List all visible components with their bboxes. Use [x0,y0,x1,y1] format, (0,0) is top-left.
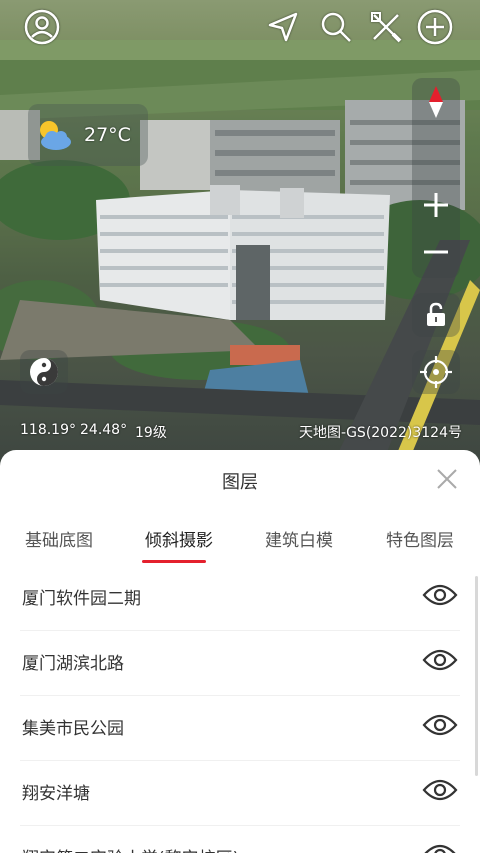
list-scrollbar[interactable] [475,576,478,776]
user-icon [24,9,60,45]
user-button[interactable] [23,8,61,46]
latitude-label: 24.48° [80,422,128,438]
layer-name: 翔安洋塘 [22,784,90,804]
list-item[interactable]: 厦门湖滨北路 [20,631,460,696]
layer-name: 厦门湖滨北路 [22,654,124,674]
oblique-photo-scene [0,40,480,470]
layer-tabs: 基础底图 倾斜摄影 建筑白模 特色图层 [0,526,480,566]
visibility-toggle[interactable] [420,710,460,740]
locate-button[interactable] [412,350,460,394]
theme-toggle-button[interactable] [20,350,68,394]
list-item[interactable]: 翔安第二实验小学(黎安校区) [20,826,460,853]
add-button[interactable] [416,8,454,46]
tab-base-map[interactable]: 基础底图 [25,526,93,556]
add-icon [417,9,453,45]
measure-icon [371,12,402,43]
locate-icon [420,356,452,388]
map-status-bar: 118.19° 24.48° 19级 天地图-GS(2022)3124号 [0,422,480,446]
tab-building-model[interactable]: 建筑白模 [265,526,333,556]
search-icon [321,12,351,42]
lock-button[interactable] [412,293,460,337]
compass-button[interactable] [412,80,460,124]
list-item[interactable]: 翔安洋塘 [20,761,460,826]
sheet-title: 图层 [222,472,258,493]
tab-feature-layers[interactable]: 特色图层 [386,526,454,556]
layer-name: 厦门软件园二期 [22,589,141,609]
zoom-in-button[interactable] [412,183,460,227]
close-icon [437,469,457,489]
navigate-button[interactable] [264,8,302,46]
lock-icon [427,302,445,326]
map-view[interactable]: 27°C 118.19° 24.48° 19级 天地图-GS(2022)3124… [0,0,480,470]
temperature-label: 27°C [84,124,131,146]
partly-cloudy-icon [40,121,71,150]
visibility-toggle[interactable] [420,775,460,805]
visibility-toggle[interactable] [420,580,460,610]
active-tab-indicator [142,560,206,563]
search-button[interactable] [317,8,355,46]
list-item[interactable]: 集美市民公园 [20,696,460,761]
visibility-toggle[interactable] [420,840,460,853]
layer-name: 翔安第二实验小学(黎安校区) [22,844,239,853]
measure-button[interactable] [367,8,405,46]
map-copyright: 天地图-GS(2022)3124号 [299,425,462,441]
eye-icon [422,779,458,801]
yin-yang-icon [30,358,58,386]
longitude-label: 118.19° [20,422,76,438]
weather-widget[interactable]: 27°C [28,104,148,166]
zoom-level-label: 19级 [135,425,167,441]
zoom-in-icon [424,193,448,217]
list-item[interactable]: 厦门软件园二期 [20,566,460,631]
eye-icon [422,649,458,671]
eye-icon [422,584,458,606]
layer-sheet: 图层 基础底图 倾斜摄影 建筑白模 特色图层 厦门软件园二期 厦门湖滨北路 集美… [0,450,480,853]
eye-icon [424,844,456,853]
tab-oblique-photo[interactable]: 倾斜摄影 [145,526,213,556]
layer-list: 厦门软件园二期 厦门湖滨北路 集美市民公园 翔安洋塘 [0,566,480,853]
zoom-out-icon [424,250,448,254]
visibility-toggle[interactable] [420,645,460,675]
navigate-icon [268,12,298,42]
compass-icon [429,86,443,118]
layer-name: 集美市民公园 [22,719,124,739]
eye-icon [422,714,458,736]
zoom-out-button[interactable] [412,230,460,274]
close-button[interactable] [432,464,462,494]
